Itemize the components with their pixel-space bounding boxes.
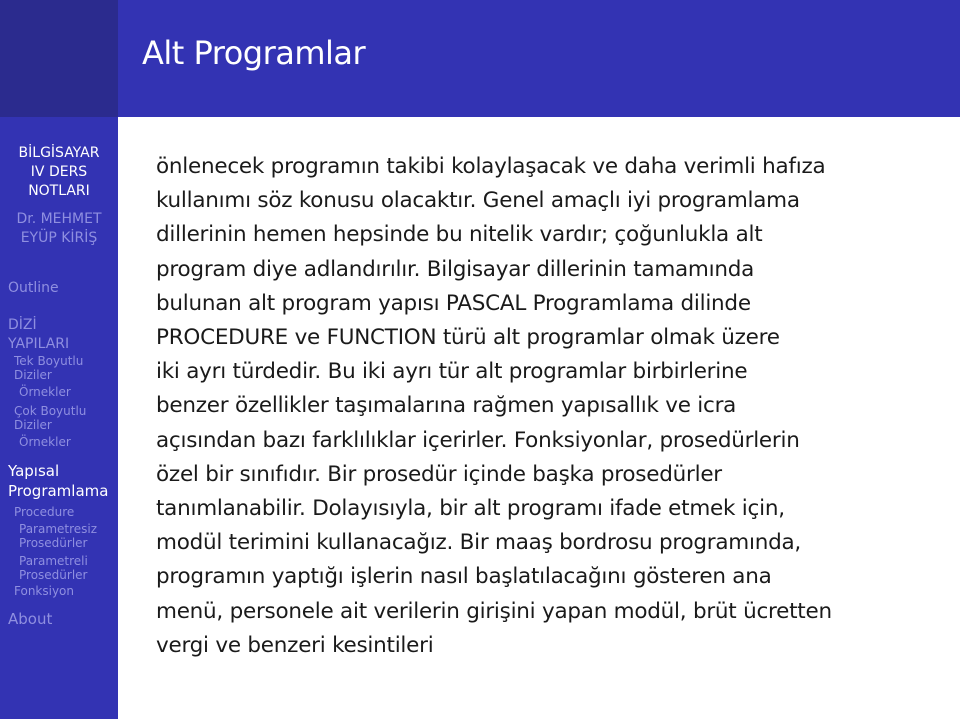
section-label: Programlama xyxy=(8,482,109,500)
sidebar-presentation-title[interactable]: BİLGİSAYAR IV DERS NOTLARI xyxy=(0,144,118,201)
body-text-line: önlenecek programın takibi kolaylaşacak … xyxy=(156,154,826,179)
frame-header: Alt Programlar xyxy=(118,0,960,117)
sidebar-subsection-cok-boyutlu-diziler[interactable]: Çok Boyutlu Diziler xyxy=(14,404,86,432)
body-text-line: iki ayrı türdedir. Bu iki ayrı tür alt p… xyxy=(156,359,748,385)
subsubsection-label: Parametresiz xyxy=(19,522,98,536)
body-text-line: bulunan alt program yapısı PASCAL Progra… xyxy=(156,290,751,316)
section-label: About xyxy=(8,610,53,628)
subsection-label: Diziler xyxy=(14,368,52,382)
presentation-title-line: IV DERS xyxy=(30,164,88,180)
subsubsection-label: Prosedürler xyxy=(19,568,88,582)
sidebar-section-dizi-yapilari[interactable]: DİZİ YAPILARI xyxy=(8,316,69,354)
body-text-line: PROCEDURE ve FUNCTION türü alt programla… xyxy=(156,325,780,351)
body-text-line: vergi ve benzeri kesintileri xyxy=(156,632,434,658)
body-text-line: dillerinin hemen hepsinde bu nitelik var… xyxy=(156,222,763,248)
presentation-title-line: BİLGİSAYAR xyxy=(18,145,100,161)
subsection-label: Çok Boyutlu xyxy=(14,404,87,418)
sidebar-subsection-tek-boyutlu-diziler[interactable]: Tek Boyutlu Diziler xyxy=(14,354,83,382)
subsection-label: Tek Boyutlu xyxy=(14,354,84,368)
sidebar-section-about[interactable]: About xyxy=(8,610,52,629)
sidebar-subsection-fonksiyon[interactable]: Fonksiyon xyxy=(14,584,74,598)
sidebar-section-yapisal-programlama[interactable]: Yapısal Programlama xyxy=(8,461,108,501)
body-text-line: menü, personele ait verilerin girişini y… xyxy=(156,598,832,624)
subsection-label: Diziler xyxy=(14,418,52,432)
subsubsection-label: Örnekler xyxy=(19,435,71,449)
body-text-line: modül terimini kullanacağız. Bir maaş bo… xyxy=(156,530,802,556)
subsubsection-label: Prosedürler xyxy=(19,536,88,550)
section-label: Yapısal xyxy=(8,462,60,480)
frame-body: önlenecek programın takibi kolaylaşacak … xyxy=(156,150,936,663)
body-text-line: tanımlanabilir. Dolayısıyla, bir alt pro… xyxy=(156,496,785,522)
sidebar-subsection-procedure[interactable]: Procedure xyxy=(14,505,74,519)
sidebar-subsubsection-parametreli-prosedurler[interactable]: Parametreli Prosedürler xyxy=(19,554,88,582)
sidebar-navigation: BİLGİSAYAR IV DERS NOTLARI Dr. MEHMET EY… xyxy=(0,117,118,719)
author-line: EYÜP KİRİŞ xyxy=(20,230,98,246)
section-label: YAPILARI xyxy=(8,336,70,352)
body-text-line: benzer özellikler taşımalarına rağmen ya… xyxy=(156,393,737,419)
header-corner xyxy=(0,0,118,117)
body-text-line: program diye adlandırılır. Bilgisayar di… xyxy=(156,256,755,282)
presentation-title-line: NOTLARI xyxy=(28,183,90,199)
body-text-line: programın yaptığı işlerin nasıl başlatıl… xyxy=(156,564,772,590)
subsubsection-label: Örnekler xyxy=(19,385,71,399)
subsection-label: Procedure xyxy=(14,505,75,519)
body-text-line: özel bir sınıfıdır. Bir prosedür içinde … xyxy=(156,461,722,487)
frame-title: Alt Programlar xyxy=(142,34,366,72)
sidebar-subsubsection-ornekler-1[interactable]: Örnekler xyxy=(19,385,71,399)
subsection-label: Fonksiyon xyxy=(14,584,75,598)
subsubsection-label: Parametreli xyxy=(19,554,88,568)
sidebar-author[interactable]: Dr. MEHMET EYÜP KİRİŞ xyxy=(0,210,118,248)
body-text-line: açısından bazı farklılıklar içerirler. F… xyxy=(156,427,800,453)
sidebar-subsubsection-parametresiz-prosedurler[interactable]: Parametresiz Prosedürler xyxy=(19,522,97,550)
author-line: Dr. MEHMET xyxy=(16,211,102,227)
sidebar-section-outline[interactable]: Outline xyxy=(8,279,59,298)
section-label: Outline xyxy=(8,280,59,296)
sidebar-subsubsection-ornekler-2[interactable]: Örnekler xyxy=(19,435,71,449)
section-label: DİZİ xyxy=(8,317,37,333)
body-text-line: kullanımı söz konusu olacaktır. Genel am… xyxy=(156,188,800,214)
